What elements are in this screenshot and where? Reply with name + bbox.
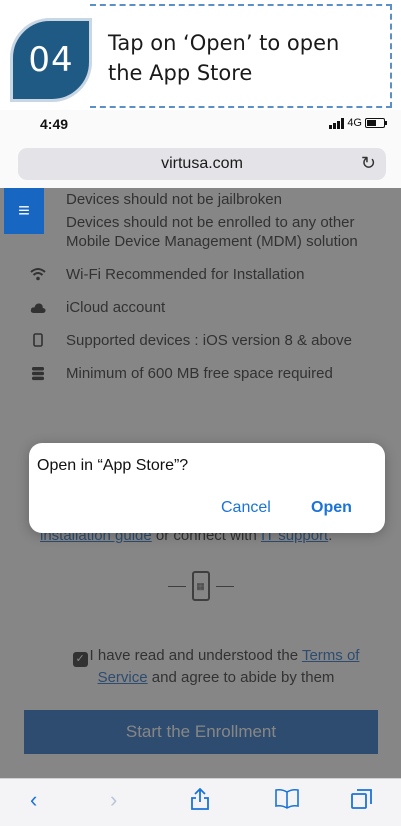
menu-icon[interactable]: ≡ — [4, 188, 44, 234]
reload-icon[interactable]: ↻ — [361, 153, 376, 174]
cancel-button[interactable]: Cancel — [221, 499, 271, 517]
list-item: Devices should not be jailbroken — [66, 191, 282, 208]
open-in-app-store-dialog: Open in “App Store”? Cancel Open — [29, 443, 385, 533]
list-item: Devices should not be enrolled to any ot… — [66, 214, 358, 250]
status-bar: 4:49 4G — [0, 110, 401, 140]
network-type: 4G — [347, 117, 362, 129]
terms-agreement: ✓ I have read and understood the Terms of… — [46, 645, 386, 688]
battery-icon — [365, 118, 387, 128]
cloud-icon — [30, 300, 46, 319]
requirements-list: Devices should not be jailbroken Devices… — [0, 190, 401, 383]
list-item: Minimum of 600 MB free space required — [0, 364, 401, 383]
address-bar[interactable]: virtusa.com ↻ — [18, 148, 386, 180]
status-time: 4:49 — [40, 116, 69, 132]
status-indicators: 4G — [329, 117, 387, 129]
storage-icon — [30, 366, 46, 386]
bookmarks-icon[interactable] — [274, 787, 300, 815]
terms-checkbox[interactable]: ✓ — [72, 652, 88, 667]
forward-icon[interactable]: › — [110, 787, 117, 813]
step-instruction: Tap on ‘Open’ to open the App Store — [90, 4, 392, 108]
step-number-badge: 04 — [10, 18, 92, 102]
wifi-icon — [30, 267, 46, 286]
phone-icon — [30, 333, 46, 352]
tabs-icon[interactable] — [350, 787, 374, 817]
signal-icon — [329, 117, 345, 129]
open-button[interactable]: Open — [311, 499, 352, 517]
url-text: virtusa.com — [161, 155, 243, 172]
phone-screen: 4:49 4G virtusa.com ↻ Devices should not… — [0, 110, 401, 826]
list-item: iCloud account — [0, 298, 401, 317]
browser-toolbar: ‹ › — [0, 778, 401, 826]
dialog-title: Open in “App Store”? — [37, 457, 189, 474]
step-header: 04 Tap on ‘Open’ to open the App Store — [0, 0, 401, 110]
share-icon[interactable] — [190, 787, 210, 817]
list-item: Wi-Fi Recommended for Installation — [0, 265, 401, 284]
device-divider: ▦ — [0, 566, 401, 606]
back-icon[interactable]: ‹ — [30, 787, 37, 813]
start-enrollment-button[interactable]: Start the Enrollment — [24, 710, 378, 754]
device-grid-icon: ▦ — [191, 571, 210, 601]
list-item: Supported devices : iOS version 8 & abov… — [0, 331, 401, 350]
